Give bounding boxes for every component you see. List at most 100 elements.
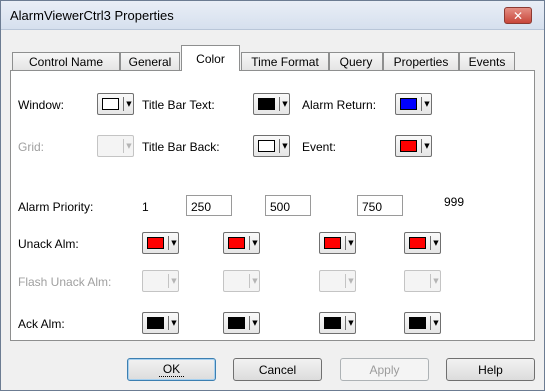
tab-events[interactable]: Events [459, 52, 515, 70]
ack-alarm-color-picker-3[interactable]: ▼ [319, 312, 356, 334]
grid-color-label: Grid: [18, 140, 45, 154]
divider [421, 97, 422, 111]
tab-label: Properties [393, 54, 449, 69]
chevron-down-icon: ▼ [424, 142, 430, 150]
title-bar-back-label: Title Bar Back: [142, 140, 220, 154]
flash-unack-alarm-color-picker-2[interactable]: ▼ [223, 270, 260, 292]
tab-label: Control Name [28, 54, 104, 69]
unack-alarm-color-picker-2[interactable]: ▼ [223, 232, 260, 254]
color-swatch [228, 275, 245, 287]
apply-button[interactable]: Apply [340, 358, 429, 381]
unack-alarm-color-picker-3[interactable]: ▼ [319, 232, 356, 254]
chevron-down-icon: ▼ [348, 239, 354, 247]
divider [168, 236, 169, 250]
window-color-picker[interactable]: ▼ [97, 93, 134, 115]
flash-unack-alarm-color-picker-1[interactable]: ▼ [142, 270, 179, 292]
tab-label: Events [468, 54, 506, 69]
chevron-down-icon: ▼ [424, 100, 430, 108]
color-tab-panel: Window: ▼ Title Bar Text: ▼ Alarm Return… [10, 70, 535, 341]
divider [279, 139, 280, 153]
ok-button[interactable]: OK [127, 358, 216, 381]
tab-general[interactable]: General [120, 52, 180, 70]
unack-alarm-color-picker-1[interactable]: ▼ [142, 232, 179, 254]
divider [421, 139, 422, 153]
flash-unack-alarm-color-picker-3[interactable]: ▼ [319, 270, 356, 292]
ack-alarm-color-picker-2[interactable]: ▼ [223, 312, 260, 334]
unack-alarm-color-picker-4[interactable]: ▼ [404, 232, 441, 254]
color-swatch [228, 317, 245, 329]
tab-color[interactable]: Color [181, 45, 240, 71]
chevron-down-icon: ▼ [252, 277, 258, 285]
color-swatch [324, 275, 341, 287]
alarm-return-label: Alarm Return: [302, 98, 377, 112]
divider [345, 316, 346, 330]
tab-label: Color [196, 51, 225, 66]
ack-alarm-color-picker-1[interactable]: ▼ [142, 312, 179, 334]
alarm-priority-label: Alarm Priority: [18, 200, 94, 214]
event-color-label: Event: [302, 140, 337, 154]
divider [249, 274, 250, 288]
tab-properties[interactable]: Properties [383, 52, 459, 70]
chevron-down-icon: ▼ [348, 319, 354, 327]
color-swatch [258, 140, 275, 152]
ack-alarm-color-picker-4[interactable]: ▼ [404, 312, 441, 334]
close-icon: ✕ [512, 8, 524, 23]
ack-alarm-label: Ack Alm: [18, 317, 65, 331]
tab-query[interactable]: Query [329, 52, 383, 70]
unack-alarm-label: Unack Alm: [18, 237, 79, 251]
title-bar[interactable]: AlarmViewerCtrl3 Properties ✕ [1, 1, 544, 30]
priority-start-value: 1 [142, 200, 149, 214]
chevron-down-icon: ▼ [348, 277, 354, 285]
priority-end-value: 999 [444, 195, 465, 209]
priority-threshold-1-input[interactable] [186, 195, 232, 216]
title-bar-text-color-picker[interactable]: ▼ [253, 93, 290, 115]
chevron-down-icon: ▼ [433, 319, 439, 327]
title-bar-text-label: Title Bar Text: [142, 98, 215, 112]
alarm-return-color-picker[interactable]: ▼ [395, 93, 432, 115]
priority-threshold-3-input[interactable] [357, 195, 403, 216]
ok-button-label: OK [158, 362, 185, 377]
color-swatch [102, 98, 119, 110]
tab-label: General [128, 54, 172, 69]
color-swatch [409, 317, 426, 329]
title-bar-back-color-picker[interactable]: ▼ [253, 135, 290, 157]
divider [279, 97, 280, 111]
flash-unack-alarm-label: Flash Unack Alm: [18, 275, 112, 289]
divider [168, 274, 169, 288]
color-swatch [147, 237, 164, 249]
color-swatch [400, 98, 417, 110]
close-button[interactable]: ✕ [504, 7, 532, 24]
chevron-down-icon: ▼ [171, 277, 177, 285]
grid-color-picker[interactable]: ▼ [97, 135, 134, 157]
chevron-down-icon: ▼ [252, 319, 258, 327]
color-swatch [228, 237, 245, 249]
flash-unack-alarm-color-picker-4[interactable]: ▼ [404, 270, 441, 292]
color-swatch [324, 317, 341, 329]
color-swatch [147, 275, 164, 287]
apply-button-label: Apply [369, 362, 400, 377]
properties-dialog: AlarmViewerCtrl3 Properties ✕ Control Na… [0, 0, 545, 391]
priority-threshold-2-input[interactable] [265, 195, 311, 216]
color-swatch [400, 140, 417, 152]
tab-label: Time Format [251, 54, 319, 69]
tab-time-format[interactable]: Time Format [241, 52, 329, 70]
help-button[interactable]: Help [446, 358, 535, 381]
divider [249, 316, 250, 330]
window-color-label: Window: [18, 98, 65, 112]
divider [123, 97, 124, 111]
divider [345, 274, 346, 288]
color-swatch [147, 317, 164, 329]
chevron-down-icon: ▼ [433, 277, 439, 285]
color-swatch [324, 237, 341, 249]
cancel-button[interactable]: Cancel [233, 358, 322, 381]
tab-control-name[interactable]: Control Name [12, 52, 120, 70]
divider [430, 236, 431, 250]
chevron-down-icon: ▼ [282, 100, 288, 108]
chevron-down-icon: ▼ [171, 319, 177, 327]
help-button-label: Help [478, 362, 503, 377]
color-swatch [409, 237, 426, 249]
divider [345, 236, 346, 250]
chevron-down-icon: ▼ [126, 100, 132, 108]
window-title: AlarmViewerCtrl3 Properties [10, 8, 174, 23]
event-color-picker[interactable]: ▼ [395, 135, 432, 157]
